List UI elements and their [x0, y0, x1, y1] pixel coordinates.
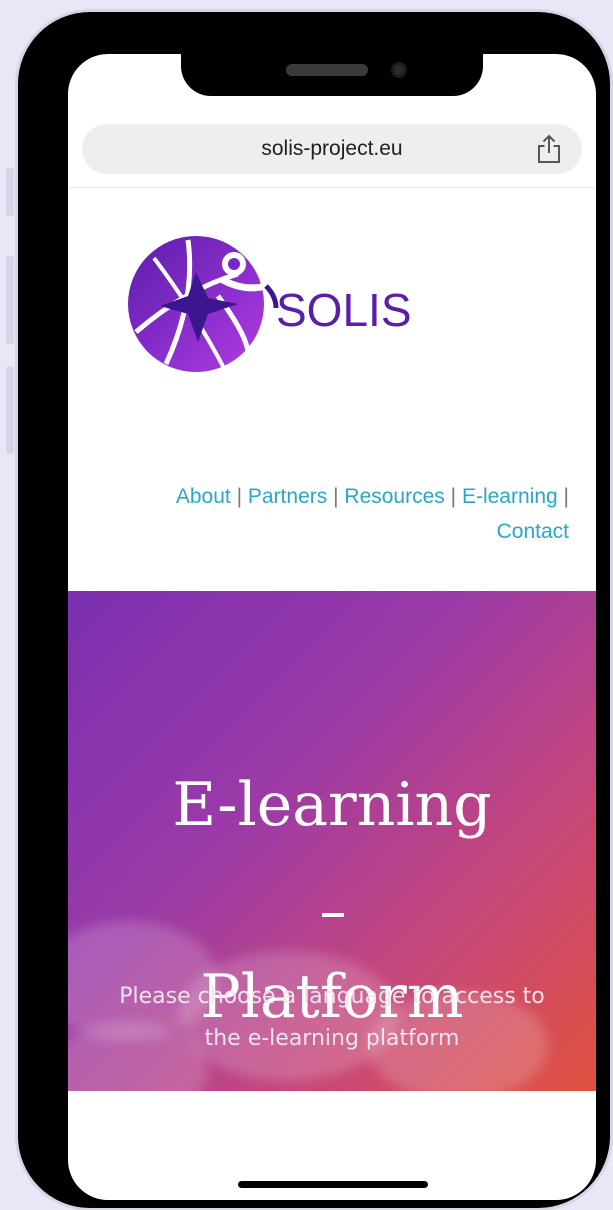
solis-logo[interactable]: SOLIS: [126, 234, 426, 374]
home-indicator[interactable]: [238, 1181, 428, 1188]
hero-title-line1: E-learning: [172, 770, 492, 840]
nav-separator: |: [333, 485, 339, 508]
volume-up-button: [6, 256, 14, 344]
nav-separator: |: [236, 485, 243, 508]
nav-link-partners[interactable]: Partners: [248, 485, 327, 508]
hero-divider-dash: [322, 913, 344, 917]
speaker-grille: [286, 64, 368, 76]
volume-down-button: [6, 366, 14, 454]
silent-switch: [6, 168, 14, 216]
logo-text: SOLIS: [276, 284, 412, 336]
address-bar[interactable]: solis-project.eu: [82, 124, 582, 174]
nav-separator: |: [563, 485, 569, 508]
toolbar-divider: [68, 187, 596, 188]
nav-link-contact[interactable]: Contact: [497, 520, 569, 543]
notch: [181, 22, 483, 96]
phone-frame: solis-project.eu SOLIS About | Partners …: [18, 12, 610, 1208]
url-text[interactable]: solis-project.eu: [82, 137, 582, 161]
hero-banner: E-learning Platform Please choose a lang…: [68, 591, 596, 1091]
nav-link-resources[interactable]: Resources: [344, 485, 444, 508]
hero-subtitle: Please choose a language to access to th…: [119, 984, 545, 1051]
main-navigation: About | Partners | Resources | E-learnin…: [139, 479, 569, 549]
nav-link-e-learning[interactable]: E-learning: [462, 485, 558, 508]
phone-screen: solis-project.eu SOLIS About | Partners …: [68, 54, 596, 1200]
nav-link-about[interactable]: About: [176, 485, 231, 508]
share-icon[interactable]: [536, 134, 562, 164]
front-camera: [391, 62, 407, 78]
nav-separator: |: [450, 485, 457, 508]
